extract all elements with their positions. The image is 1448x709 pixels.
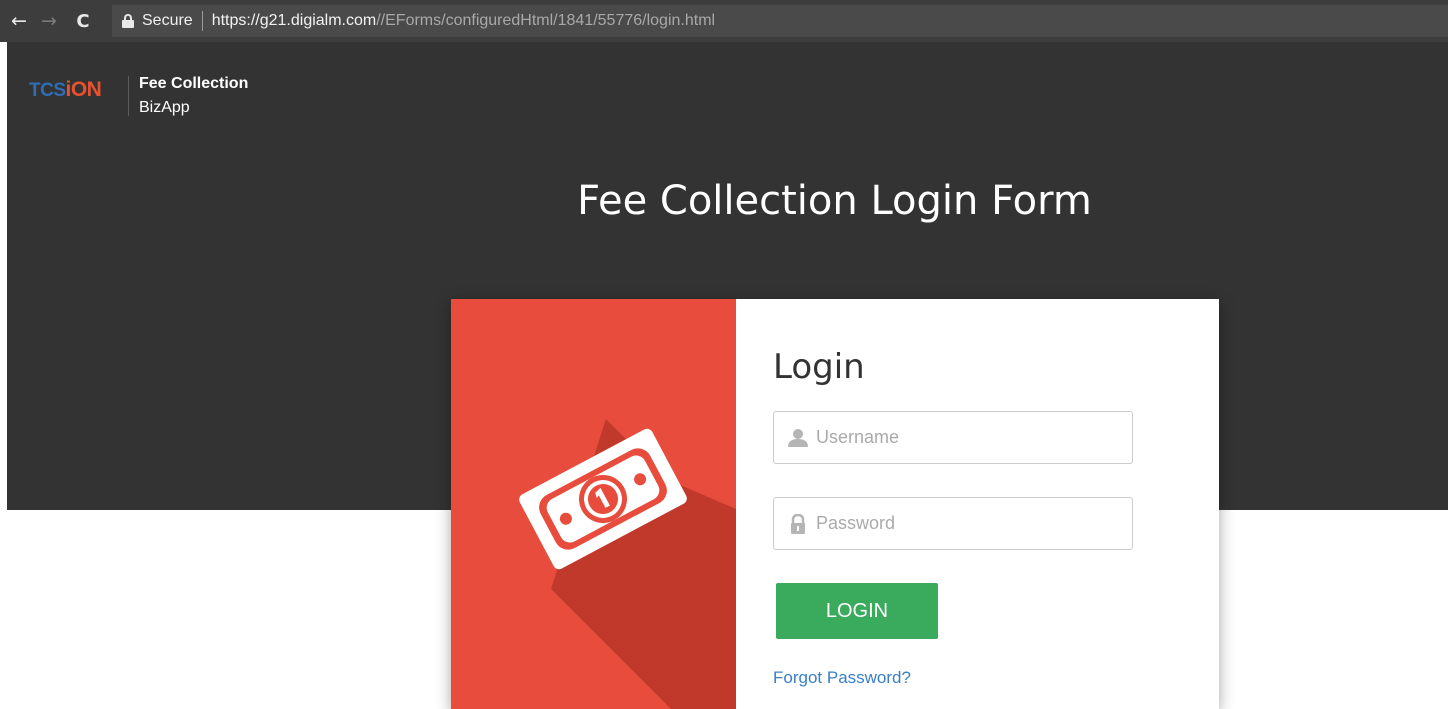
username-field[interactable] — [773, 411, 1133, 464]
card-illustration-panel — [451, 299, 736, 709]
login-button[interactable]: LOGIN — [776, 583, 938, 639]
tcs-ion-logo: TCSiON — [29, 78, 102, 102]
reload-icon[interactable]: C — [70, 11, 96, 32]
page-title: Fee Collection Login Form — [577, 178, 1092, 224]
password-input[interactable] — [816, 513, 1116, 534]
app-subtitle: BizApp — [139, 99, 190, 116]
app-title: Fee Collection — [139, 75, 249, 92]
logo-divider — [128, 76, 129, 116]
login-form-panel: Login LOGIN Forgot Password? — [736, 299, 1219, 709]
logo-tcs-text: TCS — [29, 80, 66, 101]
secure-label: Secure — [142, 12, 193, 29]
username-input[interactable] — [816, 427, 1116, 448]
login-heading: Login — [773, 347, 865, 387]
forgot-password-link[interactable]: Forgot Password? — [773, 668, 911, 688]
url-host: https://g21.digialm.com — [211, 12, 377, 29]
lock-icon — [791, 513, 805, 534]
password-field[interactable] — [773, 497, 1133, 550]
browser-toolbar: ← → C Secure https://g21.digialm.com//EF… — [0, 0, 1448, 42]
lock-icon — [122, 14, 134, 28]
user-icon — [788, 428, 808, 447]
address-separator — [201, 11, 203, 31]
address-bar[interactable]: Secure https://g21.digialm.com//EForms/c… — [112, 5, 1448, 37]
back-icon[interactable]: ← — [6, 10, 32, 32]
login-card: Login LOGIN Forgot Password? — [451, 299, 1219, 709]
url-path: //EForms/configuredHtml/1841/55776/login… — [376, 12, 716, 29]
banknote-icon — [519, 419, 736, 709]
forward-icon[interactable]: → — [36, 10, 62, 32]
logo-ion-text: iON — [65, 78, 102, 101]
